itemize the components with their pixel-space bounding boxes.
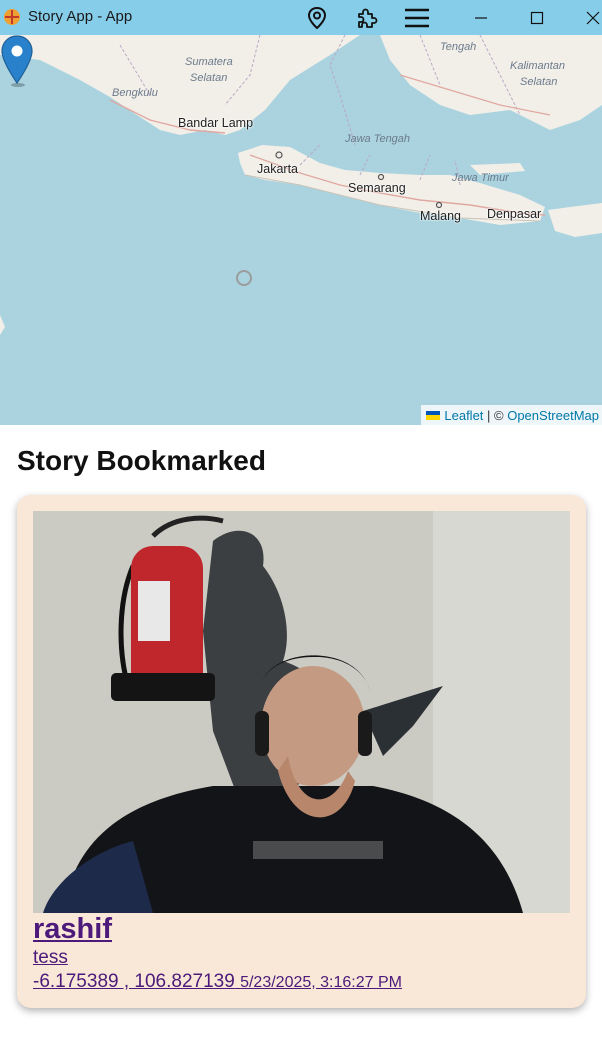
window-title: Story App - App	[28, 8, 133, 25]
leaflet-link[interactable]: Leaflet	[444, 408, 483, 423]
ukraine-flag-icon	[426, 410, 441, 420]
attribution-separator: | ©	[483, 407, 508, 423]
story-photo-image	[33, 511, 570, 913]
openstreetmap-link[interactable]: OpenStreetMap	[507, 408, 599, 423]
minimize-button[interactable]	[466, 3, 496, 33]
map-marker-icon[interactable]	[0, 35, 34, 87]
map-label-malang: Malang	[420, 209, 461, 223]
map-label-kalimantan: Kalimantan	[510, 60, 566, 72]
map-pin-button[interactable]	[302, 3, 332, 33]
map-label-denpasar: Denpasar	[487, 207, 542, 221]
map-label-bandar-lampung: Bandar Lamp	[178, 116, 254, 130]
map-label-kalimantan-selatan: Selatan	[520, 76, 558, 88]
maximize-button[interactable]	[522, 3, 552, 33]
puzzle-icon	[358, 8, 378, 28]
story-date: 5/23/2025, 3:16:27 PM	[240, 974, 402, 991]
extensions-button[interactable]	[352, 3, 382, 33]
close-button[interactable]	[578, 3, 602, 33]
map-label-jakarta: Jakarta	[257, 162, 298, 176]
map-label-bengkulu: Bengkulu	[112, 87, 158, 99]
maximize-icon	[530, 11, 544, 25]
menu-icon	[405, 8, 429, 28]
map-label-jawa-tengah: Jawa Tengah	[345, 133, 411, 145]
title-bar: Story App - App	[0, 0, 602, 35]
minimize-icon	[475, 17, 487, 19]
map-label-sumatera: Sumatera	[185, 56, 233, 68]
story-description-link[interactable]: tess	[33, 947, 68, 969]
map-label-jawa-timur: Jawa Timur	[452, 172, 509, 184]
story-name-link[interactable]: rashif	[33, 913, 112, 946]
app-logo-icon	[4, 9, 20, 25]
story-coordinates: -6.175389 , 106.827139	[33, 971, 235, 992]
story-card[interactable]: rashif tess -6.175389 , 106.827139 5/23/…	[17, 495, 586, 1008]
map-pin-icon	[307, 7, 327, 29]
close-icon	[586, 11, 600, 25]
map-tiles	[0, 35, 602, 335]
map-view[interactable]: Sumatera Selatan Bengkulu Bandar Lamp Ja…	[0, 35, 602, 425]
map-label-kalimantan-tengah: Tengah	[440, 41, 477, 53]
story-meta-link[interactable]: -6.175389 , 106.827139 5/23/2025, 3:16:2…	[33, 971, 402, 993]
menu-button[interactable]	[402, 3, 432, 33]
map-label-semarang: Semarang	[348, 181, 406, 195]
map-label-selatan: Selatan	[190, 72, 228, 84]
map-attribution: Leaflet | © OpenStreetMap	[421, 405, 602, 425]
page-title: Story Bookmarked	[17, 445, 266, 476]
story-photo[interactable]	[33, 511, 570, 913]
